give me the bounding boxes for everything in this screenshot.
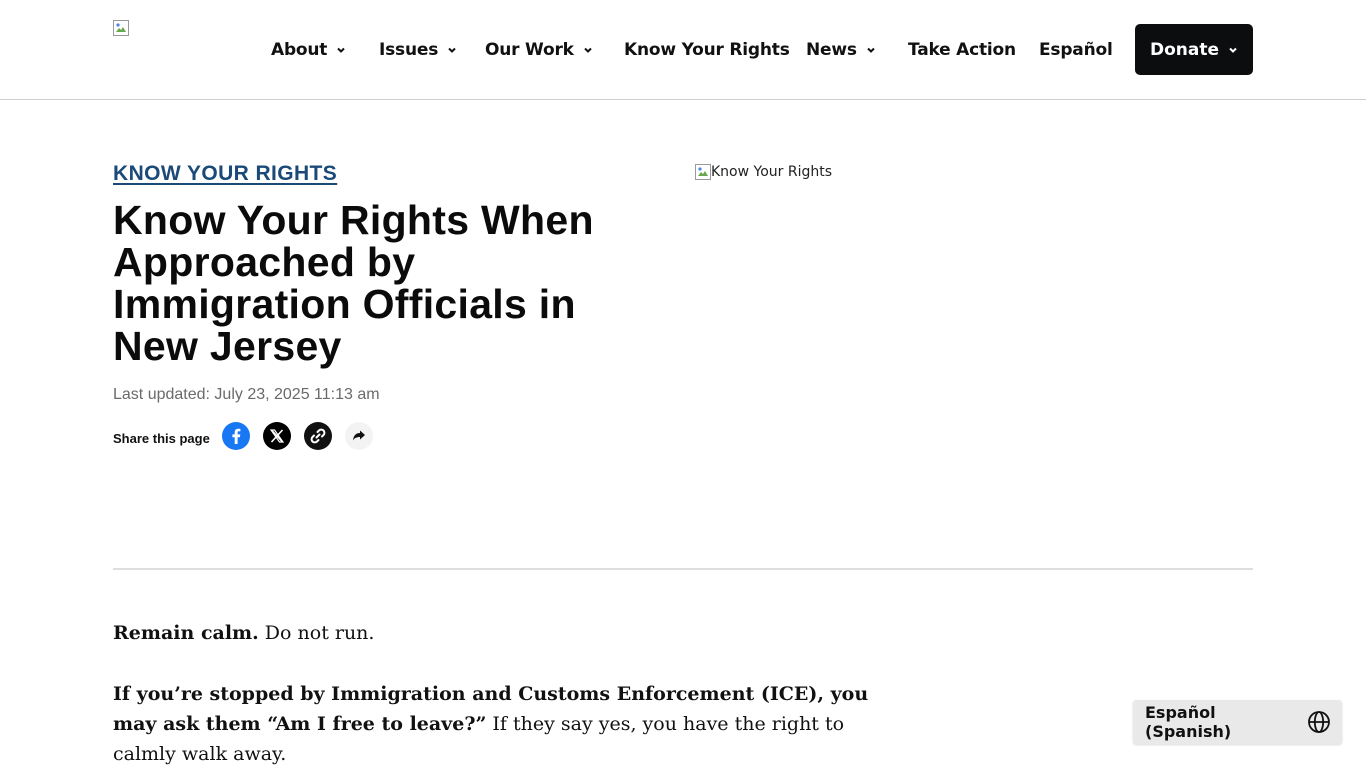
- donate-button[interactable]: Donate: [1135, 24, 1253, 75]
- nav-item-label: Issues: [379, 40, 439, 60]
- globe-icon: [1308, 711, 1330, 733]
- share-x-button[interactable]: [262, 422, 291, 450]
- chevron-down-icon: [867, 47, 875, 53]
- nav-item-label: About: [271, 40, 328, 60]
- share-label: Share this page: [113, 430, 210, 446]
- hero-image-alt: Know Your Rights: [711, 164, 833, 180]
- broken-image-icon: [695, 164, 711, 180]
- share-facebook-button[interactable]: [221, 422, 250, 450]
- section-divider: [113, 568, 1253, 570]
- language-toggle-button[interactable]: Español (Spanish): [1133, 700, 1342, 744]
- nav-item-know-your-rights[interactable]: Know Your Rights: [624, 36, 790, 64]
- page-title: Know Your Rights When Approached by Immi…: [113, 197, 594, 369]
- x-icon: [269, 429, 284, 443]
- paragraph-text: Do not run.: [258, 622, 375, 644]
- paragraph: Remain calm. Do not run.: [113, 618, 873, 648]
- nav-item-label: Español: [1039, 40, 1113, 60]
- share-icon: [352, 430, 365, 441]
- nav-item-news[interactable]: News: [806, 36, 876, 64]
- paragraph: If you’re stopped by Immigration and Cus…: [113, 679, 873, 768]
- last-updated: Last updated: July 23, 2025 11:13 am: [113, 386, 380, 403]
- site-header: About Issues Our Work Know Your Rights N…: [0, 0, 1366, 100]
- language-toggle-label: Español (Spanish): [1145, 703, 1232, 741]
- nav-item-take-action[interactable]: Take Action: [908, 36, 1016, 64]
- copy-link-button[interactable]: [303, 422, 332, 450]
- article-body: Remain calm. Do not run. If you’re stopp…: [113, 618, 873, 768]
- nav-item-espanol[interactable]: Español: [1039, 36, 1113, 64]
- chevron-down-icon: [448, 47, 456, 53]
- facebook-icon: [232, 428, 241, 444]
- nav-item-issues[interactable]: Issues: [379, 36, 457, 64]
- paragraph-strong: Remain calm.: [113, 622, 259, 644]
- nav-item-our-work[interactable]: Our Work: [485, 36, 593, 64]
- nav-item-label: Know Your Rights: [624, 40, 790, 60]
- main-nav: About Issues Our Work Know Your Rights N…: [0, 0, 1366, 100]
- link-icon: [310, 428, 326, 444]
- chevron-down-icon: [337, 47, 345, 53]
- chevron-down-icon: [1229, 47, 1237, 53]
- chevron-down-icon: [584, 47, 592, 53]
- category-link[interactable]: KNOW YOUR RIGHTS: [113, 162, 337, 186]
- hero-image: Know Your Rights: [695, 164, 832, 180]
- share-more-button[interactable]: [344, 422, 373, 450]
- nav-item-about[interactable]: About: [271, 36, 346, 64]
- donate-label: Donate: [1149, 39, 1220, 60]
- nav-item-label: News: [806, 40, 857, 60]
- nav-item-label: Take Action: [908, 40, 1016, 60]
- share-bar: Share this page: [113, 422, 386, 450]
- nav-item-label: Our Work: [485, 40, 574, 60]
